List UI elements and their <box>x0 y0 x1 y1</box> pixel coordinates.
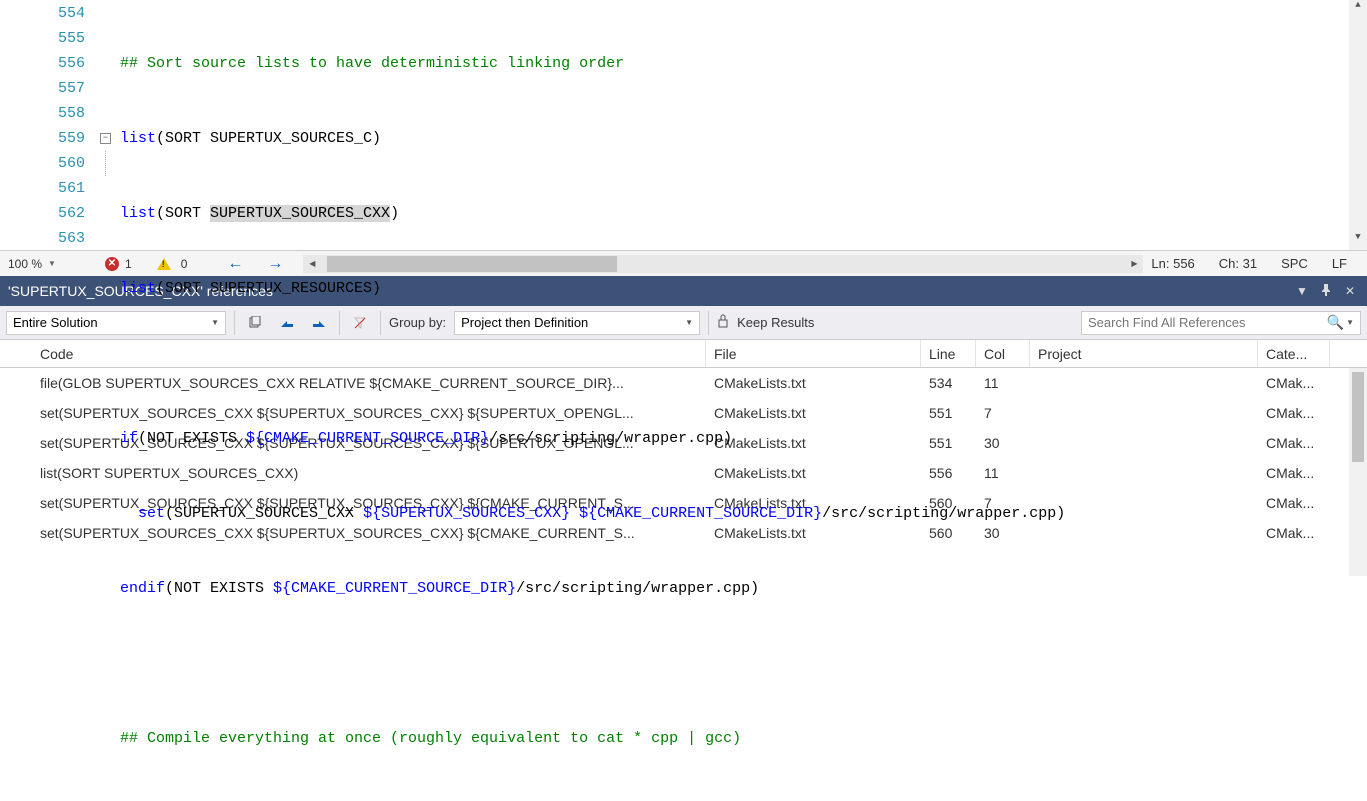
keyword: set <box>120 505 165 522</box>
line-number: 563 <box>0 226 85 251</box>
editor-horizontal-scrollbar[interactable]: ◀ ▶ <box>303 255 1143 273</box>
variable: ${CMAKE_CURRENT_SOURCE_DIR} <box>273 580 516 597</box>
variable: ${CMAKE_CURRENT_SOURCE_DIR} <box>579 505 822 522</box>
scrollbar-thumb[interactable] <box>1352 372 1364 462</box>
code-content[interactable]: ## Sort source lists to have determinist… <box>120 0 1349 250</box>
warning-icon[interactable] <box>157 258 171 270</box>
code-text: (NOT EXISTS <box>165 580 273 597</box>
scroll-up-icon[interactable]: ▲ <box>1349 0 1367 18</box>
keyword: if <box>120 430 138 447</box>
code-text: /src/scripting/wrapper.cpp) <box>489 430 732 447</box>
scroll-left-icon[interactable]: ◀ <box>303 259 321 268</box>
line-number: 559 <box>0 126 85 151</box>
chevron-down-icon: ▼ <box>48 259 56 268</box>
line-number-gutter: 554 555 556 557 558 559 560 561 562 563 <box>0 0 100 250</box>
references-vertical-scrollbar[interactable] <box>1349 368 1367 576</box>
line-number: 562 <box>0 201 85 226</box>
variable: ${CMAKE_CURRENT_SOURCE_DIR} <box>246 430 489 447</box>
selected-text[interactable]: SUPERTUX_SOURCES_CXX <box>210 205 390 222</box>
scroll-down-icon[interactable]: ▼ <box>1349 232 1367 250</box>
line-number: 556 <box>0 51 85 76</box>
line-number: 558 <box>0 101 85 126</box>
code-text: (SORT <box>156 205 210 222</box>
keyword: list <box>120 130 156 147</box>
fold-gutter: − <box>100 0 120 250</box>
code-text: (NOT EXISTS <box>138 430 246 447</box>
scope-value: Entire Solution <box>13 315 98 330</box>
code-text: /src/scripting/wrapper.cpp) <box>516 580 759 597</box>
code-text: (SORT SUPERTUX_SOURCES_C) <box>156 130 381 147</box>
keyword: list <box>120 205 156 222</box>
line-number: 561 <box>0 176 85 201</box>
keyword: list <box>120 280 156 297</box>
zoom-value: 100 % <box>8 257 42 271</box>
comment: ## Compile everything at once (roughly e… <box>120 730 741 747</box>
code-text: (SUPERTUX_SOURCES_CXX <box>165 505 363 522</box>
line-number: 560 <box>0 151 85 176</box>
scroll-right-icon[interactable]: ▶ <box>1125 259 1143 268</box>
code-editor[interactable]: 554 555 556 557 558 559 560 561 562 563 … <box>0 0 1367 250</box>
variable: ${SUPERTUX_SOURCES_CXX} <box>363 505 570 522</box>
editor-vertical-scrollbar[interactable]: ▲ ▼ <box>1349 0 1367 250</box>
line-number: 557 <box>0 76 85 101</box>
code-text <box>570 505 579 522</box>
code-text: /src/scripting/wrapper.cpp) <box>822 505 1065 522</box>
line-number: 554 <box>0 1 85 26</box>
fold-toggle-icon[interactable]: − <box>100 133 111 144</box>
comment: ## Sort source lists to have determinist… <box>120 55 624 72</box>
code-text: (SORT SUPERTUX_RESOURCES) <box>156 280 381 297</box>
error-icon[interactable]: ✕ <box>105 257 119 271</box>
line-number: 555 <box>0 26 85 51</box>
zoom-dropdown[interactable]: 100 % ▼ <box>0 257 80 271</box>
scrollbar-thumb[interactable] <box>327 256 617 272</box>
keyword: endif <box>120 580 165 597</box>
code-text: ) <box>390 205 399 222</box>
